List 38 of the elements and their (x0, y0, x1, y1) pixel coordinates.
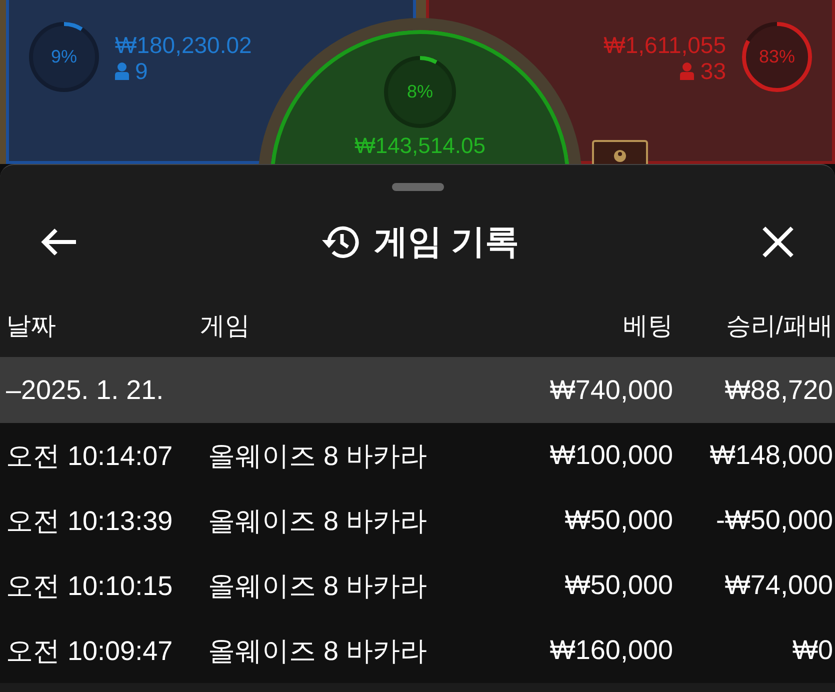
table-cell-text: ₩100,000 (548, 439, 674, 472)
history-icon (320, 224, 360, 260)
table-cell-text: 올웨이즈 8 바카라 (207, 440, 428, 472)
drag-handle[interactable] (392, 183, 444, 191)
person-icon (115, 62, 129, 80)
table-cell-text: ₩160,000 (548, 634, 674, 667)
player-count: 9 (135, 58, 148, 84)
date-group-label[interactable]: –2025. 1. 21. (0, 357, 535, 423)
bet-amount: ₩143,514.05 (354, 134, 486, 158)
player-count: 33 (700, 58, 726, 84)
back-icon[interactable] (40, 227, 78, 257)
sheet-title: 게임 기록 (374, 222, 520, 263)
table-cell-text: ₩50,000 (564, 504, 674, 537)
table-cell-text: ₩88,720 (724, 374, 834, 406)
column-header: 승리/패배 (725, 310, 834, 342)
column-header: 날짜 (5, 310, 57, 342)
column-header: 베팅 (622, 310, 674, 342)
percent-label: 9% (50, 46, 78, 68)
table-cell-text: ₩148,000 (708, 439, 834, 472)
table-cell-text: ₩74,000 (724, 569, 834, 602)
table-cell-text: 오전 10:13:39 (5, 504, 174, 538)
percent-label: 8% (406, 82, 434, 102)
table-cell-text: 오전 10:14:07 (5, 440, 174, 472)
table-cell-text: ₩50,000 (564, 569, 674, 602)
table-cell-text: ₩0 (792, 634, 834, 667)
table-cell-text: 올웨이즈 8 바카라 (207, 504, 428, 538)
table-cell-text: ₩740,000 (548, 374, 674, 406)
column-header: 게임 (200, 310, 251, 342)
table-cell-text: 올웨이즈 8 바카라 (207, 634, 428, 668)
person-icon (680, 62, 694, 80)
close-icon[interactable] (760, 225, 795, 259)
percent-label: 83% (758, 46, 796, 68)
table-cell-text: 올웨이즈 8 바카라 (207, 570, 428, 602)
table-cell-text: -₩50,000 (714, 504, 834, 537)
table-cell-text: 오전 10:10:15 (5, 570, 174, 602)
table-cell-text: 오전 10:09:47 (5, 634, 174, 668)
bet-amount: ₩1,611,055 (604, 32, 726, 58)
bet-amount: ₩180,230.02 (115, 32, 252, 58)
